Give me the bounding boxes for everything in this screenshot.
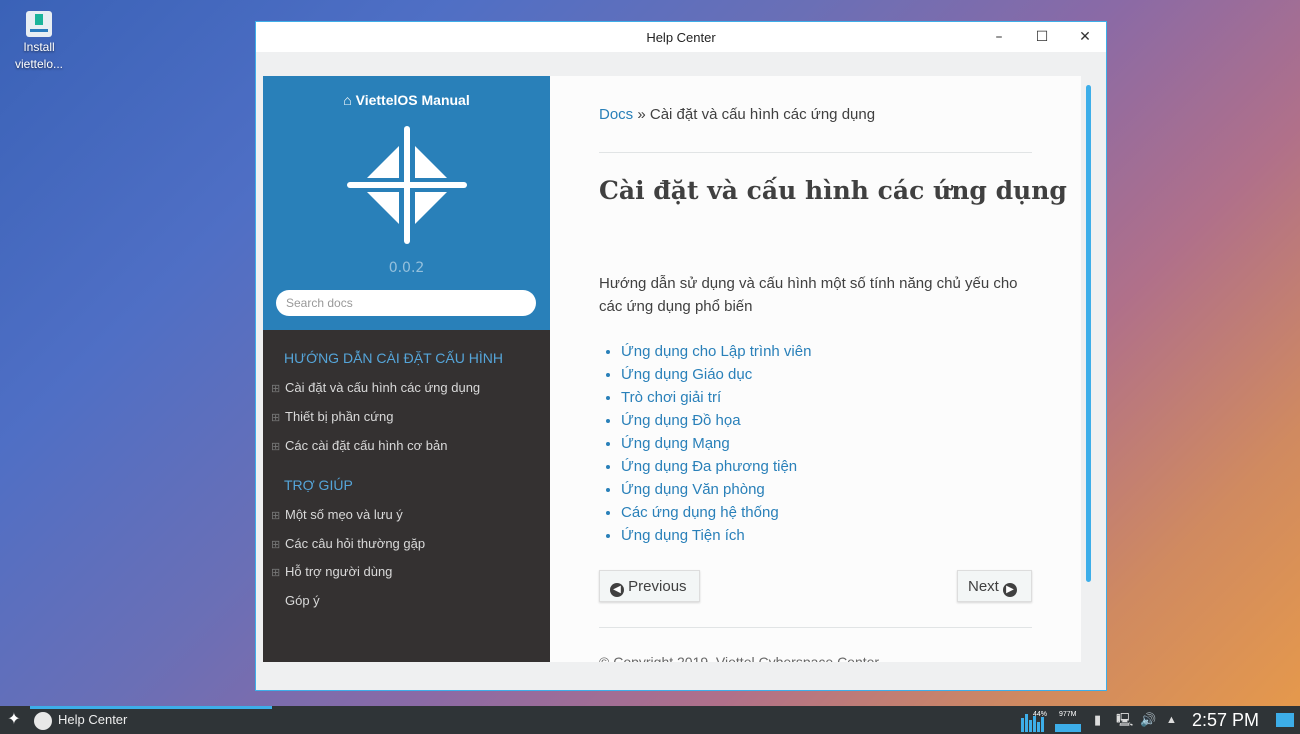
nav-item-feedback[interactable]: Góp ý	[271, 593, 320, 608]
nav-label: Các cài đặt cấu hình cơ bản	[285, 438, 448, 453]
list-item: Ứng dụng Đa phương tiện	[621, 455, 811, 478]
list-item: Các ứng dụng hệ thống	[621, 501, 811, 524]
maximize-button[interactable]: ☐	[1031, 26, 1053, 48]
task-label: Help Center	[58, 712, 128, 727]
window-title: Help Center	[646, 30, 716, 45]
list-item: Ứng dụng Giáo dục	[621, 363, 811, 386]
nav-item-tips[interactable]: ⊞ Một số mẹo và lưu ý	[271, 507, 403, 522]
active-task-indicator	[30, 706, 272, 709]
search-input[interactable]	[276, 290, 536, 316]
titlebar[interactable]: Help Center – ☐ ✕	[256, 22, 1106, 52]
list-item: Ứng dụng Tiện ích	[621, 524, 811, 547]
link-office-apps[interactable]: Ứng dụng Văn phòng	[621, 481, 765, 498]
desktop-icon-label-2: viettelo...	[14, 57, 64, 71]
expand-icon: ⊞	[271, 441, 281, 453]
show-desktop-icon[interactable]	[1276, 713, 1294, 727]
nav-label: Các câu hỏi thường gặp	[285, 536, 426, 551]
brand-label: ViettelOS Manual	[355, 92, 470, 108]
list-item: Ứng dụng Đồ họa	[621, 409, 811, 432]
nav-label: Cài đặt và cấu hình các ứng dụng	[285, 380, 481, 395]
sidebar-header: ⌂ ViettelOS Manual 0.0.2	[263, 76, 550, 330]
cpu-readout: 44%	[1033, 711, 1047, 718]
breadcrumb-current: » Cài đặt và cấu hình các ứng dụng	[637, 106, 876, 123]
divider	[599, 627, 1032, 628]
section-caption-install: HƯỚNG DẪN CÀI ĐẶT CẤU HÌNH	[284, 350, 503, 366]
close-button[interactable]: ✕	[1074, 26, 1096, 48]
nav-item-basic-settings[interactable]: ⊞ Các cài đặt cấu hình cơ bản	[271, 438, 447, 453]
list-item: Trò chơi giải trí	[621, 386, 811, 409]
webview: ⌂ ViettelOS Manual 0.0.2 HƯỚNG DẪN CÀI Đ…	[263, 76, 1081, 662]
nav-label: Một số mẹo và lưu ý	[285, 507, 403, 522]
desktop-icon-label: Install	[23, 40, 55, 54]
nav-item-support[interactable]: ⊞ Hỗ trợ người dùng	[271, 564, 392, 579]
taskbar: ✦ Help Center 44% 977M ▮ 🖳 🔊 ▲ 2:57 PM	[0, 706, 1300, 734]
minimize-button[interactable]: –	[988, 26, 1010, 48]
expand-icon: ⊞	[271, 510, 281, 522]
application-launcher-icon[interactable]: ✦	[4, 710, 24, 730]
nav-label: Hỗ trợ người dùng	[285, 564, 393, 579]
next-button[interactable]: Next ▶	[957, 570, 1032, 602]
install-icon	[26, 11, 52, 37]
volume-icon[interactable]: 🔊	[1140, 710, 1156, 730]
previous-label: Previous	[628, 578, 687, 595]
network-icon[interactable]: 🖳	[1116, 710, 1133, 730]
list-item: Ứng dụng Văn phòng	[621, 478, 811, 501]
intro-text: Hướng dẫn sử dụng và cấu hình một số tín…	[599, 275, 1018, 315]
removable-device-icon[interactable]: ▮	[1094, 710, 1101, 730]
link-dev-apps[interactable]: Ứng dụng cho Lập trình viên	[621, 343, 811, 360]
expand-icon: ⊞	[271, 539, 281, 551]
next-label: Next	[968, 578, 999, 595]
section-caption-help: TRỢ GIÚP	[284, 477, 353, 493]
link-games[interactable]: Trò chơi giải trí	[621, 389, 721, 406]
viettelos-logo	[347, 126, 467, 244]
link-list: Ứng dụng cho Lập trình viên Ứng dụng Giá…	[599, 340, 811, 547]
link-multimedia-apps[interactable]: Ứng dụng Đa phương tiện	[621, 458, 797, 475]
version-label: 0.0.2	[388, 260, 425, 276]
help-center-app-icon	[34, 711, 52, 730]
copyright: © Copyright 2019, Viettel Cyberspace Cen…	[599, 654, 880, 662]
arrow-right-circle-icon: ▶	[1003, 583, 1018, 597]
list-item: Ứng dụng Mạng	[621, 432, 811, 455]
link-network-apps[interactable]: Ứng dụng Mạng	[621, 435, 730, 452]
expand-icon: ⊞	[271, 567, 281, 579]
link-system-apps[interactable]: Các ứng dụng hệ thống	[621, 504, 779, 521]
arrow-left-circle-icon: ◀	[610, 583, 624, 597]
scrollbar[interactable]	[1086, 85, 1091, 582]
tray-expand-icon[interactable]: ▲	[1166, 710, 1177, 730]
nav-item-hardware[interactable]: ⊞ Thiết bị phần cứng	[271, 409, 393, 424]
expand-icon: ⊞	[271, 412, 281, 424]
breadcrumb: Docs » Cài đặt và cấu hình các ứng dụng	[599, 106, 875, 123]
task-help-center[interactable]: Help Center	[34, 710, 127, 730]
link-edu-apps[interactable]: Ứng dụng Giáo dục	[621, 366, 752, 383]
link-graphics-apps[interactable]: Ứng dụng Đồ họa	[621, 412, 741, 429]
brand-link[interactable]: ⌂ ViettelOS Manual	[263, 76, 550, 108]
list-item: Ứng dụng cho Lập trình viên	[621, 340, 811, 363]
clock[interactable]: 2:57 PM	[1192, 708, 1259, 732]
divider	[599, 152, 1032, 153]
nav-label: Góp ý	[285, 593, 320, 608]
breadcrumb-docs-link[interactable]: Docs	[599, 106, 633, 123]
previous-button[interactable]: ◀ Previous	[599, 570, 700, 602]
main-content: Docs » Cài đặt và cấu hình các ứng dụng …	[599, 76, 1067, 662]
help-center-window: Help Center – ☐ ✕ ⌂ ViettelOS Manual 0.0…	[255, 21, 1107, 691]
home-icon: ⌂	[343, 92, 356, 108]
link-utility-apps[interactable]: Ứng dụng Tiện ích	[621, 527, 745, 544]
system-monitor-widget[interactable]: 44% 977M	[1021, 708, 1081, 732]
page-title: Cài đặt và cấu hình các ứng dụng	[599, 176, 1067, 205]
expand-icon: ⊞	[271, 383, 281, 395]
memory-readout: 977M	[1059, 711, 1077, 718]
nav-item-apps[interactable]: ⊞ Cài đặt và cấu hình các ứng dụng	[271, 380, 480, 395]
nav-label: Thiết bị phần cứng	[285, 409, 394, 424]
desktop-icon-install[interactable]: Install viettelo...	[8, 8, 70, 73]
nav-item-faq[interactable]: ⊞ Các câu hỏi thường gặp	[271, 536, 425, 551]
sidebar: ⌂ ViettelOS Manual 0.0.2 HƯỚNG DẪN CÀI Đ…	[263, 76, 550, 662]
